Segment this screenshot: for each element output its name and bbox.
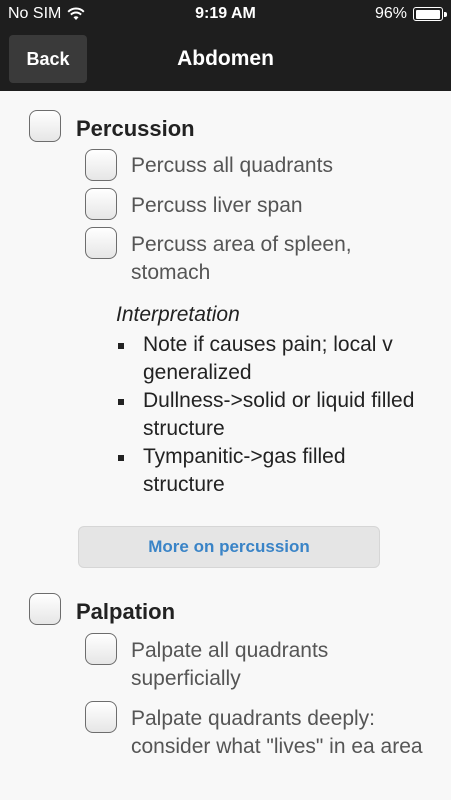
- more-on-percussion-button[interactable]: More on percussion: [78, 526, 380, 568]
- page-title: Abdomen: [177, 47, 274, 70]
- item-percuss-all-quadrants: Percuss all quadrants: [131, 154, 333, 177]
- item-palpate-superficially: Palpate all quadrants superficially: [131, 639, 329, 690]
- checklist-content[interactable]: Percussion Percuss all quadrants Percuss…: [0, 91, 451, 800]
- palpation-checkbox[interactable]: [29, 593, 61, 625]
- battery-percentage: 96%: [374, 5, 407, 22]
- battery-icon: [413, 7, 447, 21]
- checkbox-percuss-spleen-stomach[interactable]: [85, 227, 117, 259]
- interpretation-heading: Interpretation: [116, 303, 240, 326]
- interpretation-item: Tympanitic->gas filled structure: [116, 443, 426, 499]
- navigation-bar: Back Abdomen: [0, 30, 451, 91]
- item-percuss-spleen-stomach: Percuss area of spleen, stomach: [131, 233, 352, 284]
- interpretation-list: Note if causes pain; local v generalized…: [116, 331, 426, 499]
- interpretation-item: Dullness->solid or liquid filled structu…: [116, 387, 426, 443]
- item-palpate-deeply: Palpate quadrants deeply: consider what …: [131, 707, 423, 758]
- status-right: 96%: [374, 5, 447, 23]
- checkbox-palpate-superficially[interactable]: [85, 633, 117, 665]
- checkbox-percuss-liver-span[interactable]: [85, 188, 117, 220]
- checkbox-palpate-deeply[interactable]: [85, 701, 117, 733]
- status-bar: No SIM 9:19 AM 96%: [0, 0, 451, 30]
- section-title-percussion: Percussion: [76, 116, 195, 141]
- checkbox-percuss-all-quadrants[interactable]: [85, 149, 117, 181]
- item-percuss-liver-span: Percuss liver span: [131, 194, 303, 217]
- percussion-checkbox[interactable]: [29, 110, 61, 142]
- interpretation-item: Note if causes pain; local v generalized: [116, 331, 426, 387]
- app-screen: No SIM 9:19 AM 96% Back Abdomen Percussi…: [0, 0, 451, 800]
- section-title-palpation: Palpation: [76, 599, 176, 624]
